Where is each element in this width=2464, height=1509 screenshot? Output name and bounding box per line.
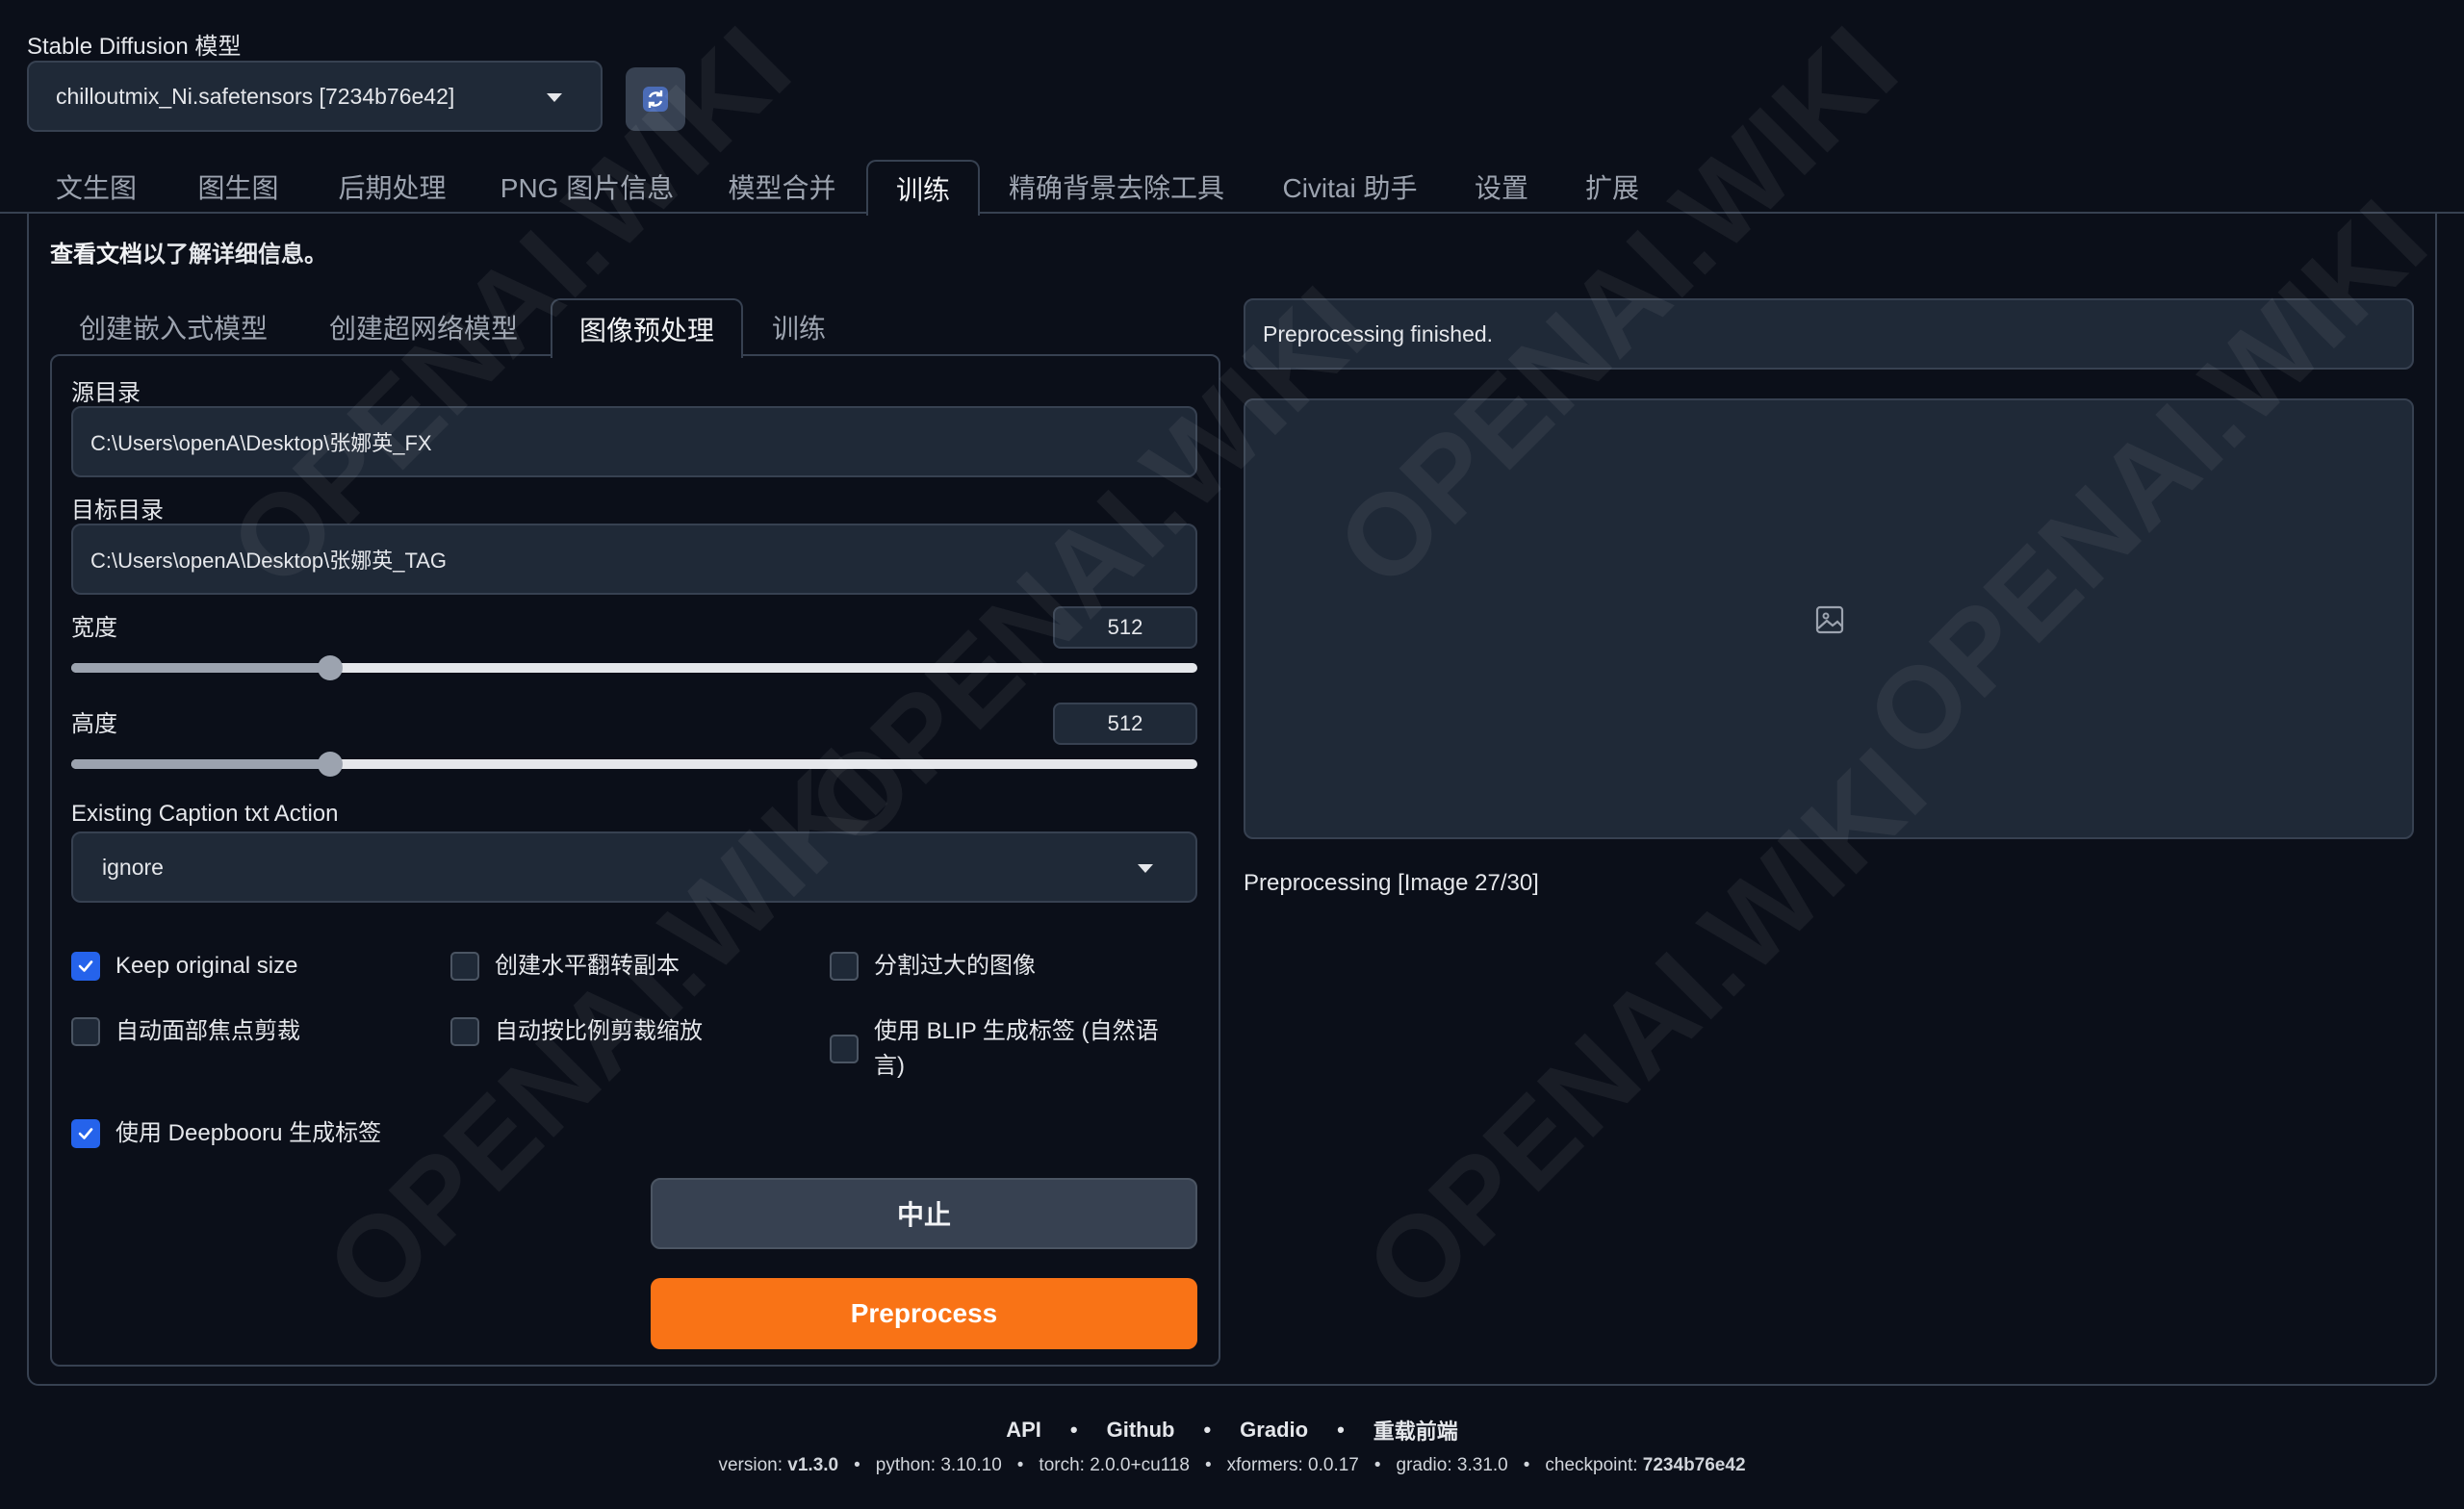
flip-label: 创建水平翻转副本 <box>495 953 680 979</box>
split-label: 分割过大的图像 <box>874 953 1036 979</box>
chevron-down-icon <box>1138 864 1153 873</box>
info-text: 查看文档以了解详细信息。 <box>50 242 327 268</box>
gradio-version: gradio: 3.31.0 <box>1396 1455 1508 1475</box>
deepbooru-option[interactable]: 使用 Deepbooru 生成标签 <box>71 1116 381 1151</box>
blip-label: 使用 BLIP 生成标签 (自然语言) <box>874 1018 1159 1079</box>
keep-size-checkbox[interactable] <box>71 952 100 981</box>
face-crop-label: 自动面部焦点剪裁 <box>116 1018 300 1044</box>
github-link[interactable]: Github <box>1107 1418 1175 1443</box>
tab-extensions[interactable]: 扩展 <box>1574 160 1651 214</box>
xformers-version: xformers: 0.0.17 <box>1226 1455 1359 1475</box>
auto-crop-option[interactable]: 自动按比例剪裁缩放 <box>450 1014 703 1049</box>
height-label: 高度 <box>71 711 117 737</box>
flip-checkbox[interactable] <box>450 952 479 981</box>
refresh-button[interactable] <box>626 67 685 131</box>
model-value: chilloutmix_Ni.safetensors [7234b76e42] <box>56 83 455 109</box>
checkmark-icon <box>78 960 93 972</box>
tab-train[interactable]: 训练 <box>866 160 980 216</box>
blip-option[interactable]: 使用 BLIP 生成标签 (自然语言) <box>830 1014 1182 1084</box>
checkpoint-hash: checkpoint: 7234b76e42 <box>1545 1455 1746 1475</box>
api-link[interactable]: API <box>1006 1418 1041 1443</box>
height-slider-fill <box>71 759 331 769</box>
width-slider-fill <box>71 663 331 673</box>
caption-action-value: ignore <box>102 854 164 880</box>
version-text: version: v1.3.0 <box>718 1455 839 1475</box>
subtab-embedding[interactable]: 创建嵌入式模型 <box>67 298 279 356</box>
image-placeholder-icon <box>1815 605 1844 634</box>
tab-txt2img[interactable]: 文生图 <box>38 160 154 214</box>
height-slider-thumb[interactable] <box>318 752 344 777</box>
subtab-preprocess[interactable]: 图像预处理 <box>551 298 743 358</box>
status-output: Preprocessing finished. <box>1244 298 2414 370</box>
deepbooru-checkbox[interactable] <box>71 1119 100 1148</box>
footer-separator: • <box>1337 1418 1345 1442</box>
tab-civitai[interactable]: Civitai 助手 <box>1270 160 1429 214</box>
progress-text: Preprocessing [Image 27/30] <box>1244 870 1539 896</box>
source-label: 源目录 <box>71 380 141 406</box>
height-number-input[interactable]: 512 <box>1053 703 1197 745</box>
width-slider[interactable] <box>71 655 1197 680</box>
width-label: 宽度 <box>71 615 117 641</box>
chevron-down-icon <box>547 93 562 102</box>
footer-links: API • Github • Gradio • 重载前端 <box>0 1415 2464 1445</box>
source-input[interactable]: C:\Users\openA\Desktop\张娜英_FX <box>71 406 1197 477</box>
width-number-input[interactable]: 512 <box>1053 606 1197 649</box>
dest-input[interactable]: C:\Users\openA\Desktop\张娜英_TAG <box>71 524 1197 595</box>
split-checkbox[interactable] <box>830 952 859 981</box>
tab-img2img[interactable]: 图生图 <box>178 160 298 214</box>
tab-png-info[interactable]: PNG 图片信息 <box>491 160 683 214</box>
auto-crop-label: 自动按比例剪裁缩放 <box>495 1018 703 1044</box>
subtab-train[interactable]: 训练 <box>760 298 837 356</box>
version-info: version: v1.3.0 • python: 3.10.10 • torc… <box>718 1455 1746 1475</box>
interrupt-button[interactable]: 中止 <box>651 1178 1197 1249</box>
tab-merge[interactable]: 模型合并 <box>712 160 852 214</box>
face-crop-checkbox[interactable] <box>71 1017 100 1046</box>
split-option[interactable]: 分割过大的图像 <box>830 949 1036 984</box>
height-slider[interactable] <box>71 752 1197 777</box>
model-label: Stable Diffusion 模型 <box>27 34 242 60</box>
keep-size-option[interactable]: Keep original size <box>71 949 297 984</box>
caption-action-label: Existing Caption txt Action <box>71 801 339 827</box>
flip-option[interactable]: 创建水平翻转副本 <box>450 949 680 984</box>
dest-label: 目标目录 <box>71 498 164 524</box>
docs-link[interactable]: 查看文档 <box>50 242 142 268</box>
footer-separator: • <box>1069 1418 1078 1442</box>
subtab-hypernetwork[interactable]: 创建超网络模型 <box>318 298 529 356</box>
tab-extras[interactable]: 后期处理 <box>322 160 462 214</box>
tab-bg-removal[interactable]: 精确背景去除工具 <box>996 160 1237 214</box>
auto-crop-checkbox[interactable] <box>450 1017 479 1046</box>
refresh-icon <box>643 87 668 112</box>
python-version: python: 3.10.10 <box>875 1455 1002 1475</box>
keep-size-label: Keep original size <box>116 953 298 979</box>
caption-action-select[interactable]: ignore <box>71 831 1197 903</box>
face-crop-option[interactable]: 自动面部焦点剪裁 <box>71 1014 300 1049</box>
deepbooru-label: 使用 Deepbooru 生成标签 <box>116 1120 382 1146</box>
tab-settings[interactable]: 设置 <box>1463 160 1540 214</box>
reload-ui-link[interactable]: 重载前端 <box>1373 1415 1458 1445</box>
blip-checkbox[interactable] <box>830 1035 859 1063</box>
width-slider-thumb[interactable] <box>318 655 344 680</box>
checkmark-icon <box>78 1128 93 1139</box>
model-dropdown[interactable]: chilloutmix_Ni.safetensors [7234b76e42] <box>27 61 603 132</box>
footer-separator: • <box>1203 1418 1212 1442</box>
torch-version: torch: 2.0.0+cu118 <box>1039 1455 1190 1475</box>
gradio-link[interactable]: Gradio <box>1240 1418 1308 1443</box>
image-output <box>1244 398 2414 839</box>
preprocess-button[interactable]: Preprocess <box>651 1278 1197 1349</box>
